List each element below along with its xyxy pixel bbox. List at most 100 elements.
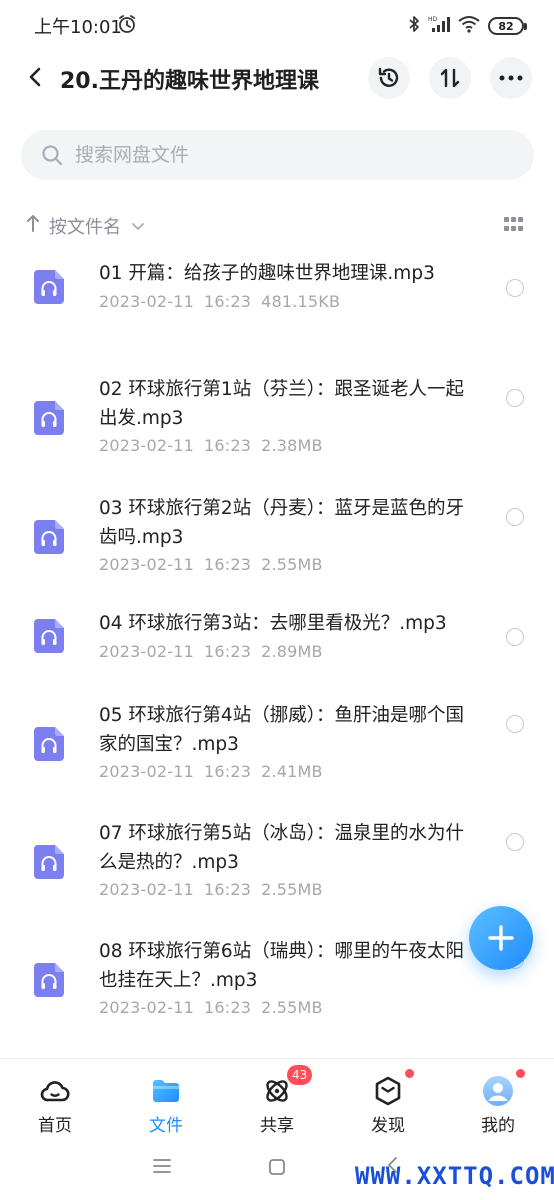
back-button[interactable]: [20, 62, 50, 92]
more-dots-icon: [499, 75, 523, 81]
file-size: 2.55MB: [261, 998, 323, 1017]
home-nav-icon[interactable]: [268, 1158, 286, 1180]
file-meta: 2023-02-11 16:23 2.55MB: [99, 880, 323, 899]
file-size: 481.15KB: [261, 292, 341, 311]
audio-file-icon: [34, 619, 64, 653]
more-button[interactable]: [490, 57, 532, 99]
file-time: 16:23: [203, 642, 252, 661]
grid-view-icon[interactable]: [504, 217, 524, 233]
select-checkbox[interactable]: [506, 279, 524, 297]
file-meta: 2023-02-11 16:23 481.15KB: [99, 292, 340, 311]
bluetooth-icon: [408, 14, 420, 38]
search-input[interactable]: [75, 140, 515, 170]
system-navigation-bar: WWW.XXTTQ.COM: [0, 1134, 554, 1200]
file-meta: 2023-02-11 16:23 2.38MB: [99, 436, 323, 455]
file-size: 2.89MB: [261, 642, 323, 661]
file-time: 16:23: [203, 762, 252, 781]
file-date: 2023-02-11: [99, 642, 194, 661]
chevron-down-icon[interactable]: [131, 217, 145, 236]
file-row[interactable]: 02 环球旅行第1站（芬兰）：跟圣诞老人一起出发.mp3 2023-02-11 16…: [0, 361, 554, 473]
audio-file-icon: [34, 520, 64, 554]
tab-discover[interactable]: 发现: [348, 1069, 428, 1136]
file-size: 2.38MB: [261, 436, 323, 455]
file-time: 16:23: [203, 436, 252, 455]
file-size: 2.41MB: [261, 762, 323, 781]
select-checkbox[interactable]: [506, 508, 524, 526]
search-icon: [41, 144, 63, 170]
history-button[interactable]: [368, 57, 410, 99]
cube-icon: [375, 1076, 401, 1106]
share-badge-count: 43: [287, 1065, 313, 1085]
history-icon: [378, 67, 399, 87]
file-date: 2023-02-11: [99, 555, 194, 574]
file-time: 16:23: [203, 555, 252, 574]
arrow-up-icon: [26, 213, 40, 237]
file-name: 07 环球旅行第5站（冰岛）：温泉里的水为什么是热的？.mp3: [99, 823, 464, 873]
file-date: 2023-02-11: [99, 436, 194, 455]
recent-apps-icon[interactable]: [153, 1158, 171, 1178]
file-name: 02 环球旅行第1站（芬兰）：跟圣诞老人一起出发.mp3: [99, 379, 464, 429]
tab-discover-label: 发现: [371, 1116, 405, 1136]
file-time: 16:23: [203, 998, 252, 1017]
file-name: 05 环球旅行第4站（挪威）：鱼肝油是哪个国家的国宝？.mp3: [99, 705, 464, 755]
avatar-icon: [483, 1076, 513, 1106]
audio-file-icon: [34, 270, 64, 304]
status-indicators: HD 82: [408, 14, 527, 38]
me-badge-dot: [516, 1069, 525, 1078]
select-checkbox[interactable]: [506, 833, 524, 851]
discover-badge-dot: [405, 1069, 414, 1078]
add-button[interactable]: [469, 906, 533, 970]
tab-files-label: 文件: [149, 1116, 183, 1136]
cellular-signal-icon: HD: [428, 14, 450, 38]
tab-me[interactable]: 我的: [458, 1069, 538, 1136]
file-meta: 2023-02-11 16:23 2.55MB: [99, 555, 323, 574]
up-down-arrows-icon: [440, 68, 460, 88]
file-date: 2023-02-11: [99, 880, 194, 899]
page-title: 20.王丹的趣味世界地理课: [60, 69, 319, 94]
file-name: 08 环球旅行第6站（瑞典）：哪里的午夜太阳也挂在天上？.mp3: [99, 941, 464, 991]
tab-share-label: 共享: [260, 1116, 294, 1136]
select-checkbox[interactable]: [506, 389, 524, 407]
chevron-left-icon: [29, 67, 41, 87]
file-meta: 2023-02-11 16:23 2.55MB: [99, 998, 323, 1017]
title-bar: 20.王丹的趣味世界地理课: [0, 52, 554, 104]
status-bar: 上午10:01 HD 82: [0, 0, 554, 48]
sort-by-name-button[interactable]: 按文件名: [49, 213, 121, 239]
file-row[interactable]: 03 环球旅行第2站（丹麦）：蓝牙是蓝色的牙齿吗.mp3 2023-02-11 16…: [0, 480, 554, 592]
audio-file-icon: [34, 727, 64, 761]
file-meta: 2023-02-11 16:23 2.89MB: [99, 642, 323, 661]
cloud-icon: [40, 1081, 70, 1102]
file-time: 16:23: [203, 292, 252, 311]
battery-indicator: 82: [488, 17, 527, 35]
tab-home[interactable]: 首页: [15, 1075, 95, 1136]
search-bar[interactable]: [21, 130, 534, 180]
bottom-tab-bar: 首页 文件 43 共享 发现 我的: [0, 1058, 554, 1136]
file-time: 16:23: [203, 880, 252, 899]
file-date: 2023-02-11: [99, 292, 194, 311]
svg-text:HD: HD: [428, 16, 438, 23]
file-name: 01 开篇：给孩子的趣味世界地理课.mp3: [99, 263, 435, 284]
select-checkbox[interactable]: [506, 628, 524, 646]
file-size: 2.55MB: [261, 555, 323, 574]
select-checkbox[interactable]: [506, 715, 524, 733]
tab-me-label: 我的: [481, 1116, 515, 1136]
file-size: 2.55MB: [261, 880, 323, 899]
transfer-button[interactable]: [429, 57, 471, 99]
folder-icon: [153, 1080, 179, 1102]
audio-file-icon: [34, 401, 64, 435]
file-name: 03 环球旅行第2站（丹麦）：蓝牙是蓝色的牙齿吗.mp3: [99, 498, 464, 548]
tab-files[interactable]: 文件: [126, 1075, 206, 1136]
file-name: 04 环球旅行第3站：去哪里看极光？.mp3: [99, 613, 447, 634]
file-date: 2023-02-11: [99, 998, 194, 1017]
tab-share[interactable]: 43 共享: [237, 1065, 317, 1136]
file-row[interactable]: 01 开篇：给孩子的趣味世界地理课.mp3 2023-02-11 16:23 481.…: [0, 245, 554, 357]
tab-home-label: 首页: [38, 1116, 72, 1136]
sort-row: 按文件名: [0, 205, 554, 243]
plus-icon: [488, 925, 514, 951]
file-row[interactable]: 05 环球旅行第4站（挪威）：鱼肝油是哪个国家的国宝？.mp3 2023-02-1…: [0, 687, 554, 799]
file-browser-screen: 上午10:01 HD 82 20.王丹的趣味世界地理课 搜索网盘文件 按文件名 …: [0, 0, 554, 1200]
audio-file-icon: [34, 845, 64, 879]
status-time: 上午10:01: [34, 17, 122, 38]
file-row[interactable]: 07 环球旅行第5站（冰岛）：温泉里的水为什么是热的？.mp3 2023-02-1…: [0, 805, 554, 917]
file-meta: 2023-02-11 16:23 2.41MB: [99, 762, 323, 781]
